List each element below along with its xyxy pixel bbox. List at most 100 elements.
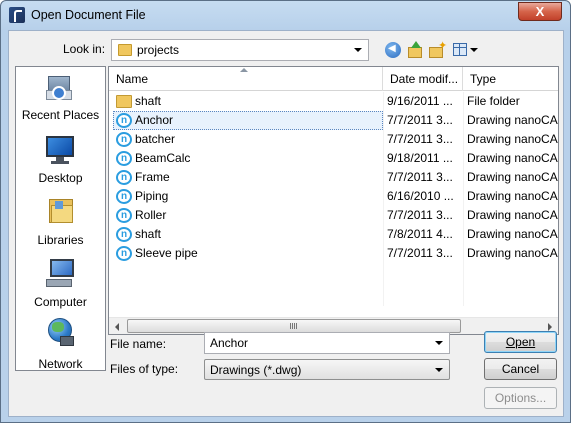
desktop-icon <box>44 136 76 166</box>
file-type: File folder <box>467 94 520 108</box>
file-name: Roller <box>135 208 167 222</box>
create-new-folder-button[interactable]: ✦ <box>428 40 448 59</box>
file-row[interactable]: n shaft 7/8/2011 4... Drawing nanoCA... <box>109 225 558 244</box>
file-type: Drawing nanoCA... <box>467 189 558 203</box>
file-name-value: Anchor <box>210 336 249 350</box>
place-recent-places[interactable]: Recent Places <box>16 71 105 125</box>
file-date-modified: 7/8/2011 4... <box>387 227 453 241</box>
column-header-type[interactable]: Type <box>463 67 558 91</box>
place-libraries[interactable]: Libraries <box>16 194 105 248</box>
scroll-left-icon[interactable] <box>109 318 126 335</box>
place-desktop[interactable]: Desktop <box>16 133 105 187</box>
nanocad-drawing-icon: n <box>116 227 132 242</box>
nanocad-drawing-icon: n <box>116 246 132 261</box>
file-row[interactable]: n Roller 7/7/2011 3... Drawing nanoCA... <box>109 206 558 225</box>
place-label: Desktop <box>38 171 83 185</box>
nanocad-drawing-icon: n <box>116 170 132 185</box>
places-bar: Recent Places Desktop Libraries Computer… <box>15 66 106 371</box>
libraries-icon <box>47 197 77 227</box>
recent-places-icon <box>46 76 74 102</box>
view-menu-button[interactable] <box>452 41 480 59</box>
file-row[interactable]: n Sleeve pipe 7/7/2011 3... Drawing nanoCA.… <box>109 244 558 263</box>
file-type: Drawing nanoCA... <box>467 132 558 146</box>
file-date-modified: 7/7/2011 3... <box>387 246 453 260</box>
file-row[interactable]: n Piping 6/16/2010 ... Drawing nanoCA... <box>109 187 558 206</box>
file-type-label: Files of type: <box>110 362 179 376</box>
window-title: Open Document File <box>31 8 146 22</box>
file-name: Frame <box>135 170 170 184</box>
cancel-button[interactable]: Cancel <box>484 358 557 380</box>
back-arrow-icon <box>385 42 401 58</box>
file-type: Drawing nanoCA... <box>467 208 558 222</box>
place-label: Network <box>38 357 83 371</box>
back-button[interactable] <box>384 41 402 59</box>
list-header: Name Date modif... Type <box>109 67 558 91</box>
folder-icon <box>408 47 422 58</box>
close-button[interactable]: X <box>518 2 562 21</box>
file-row[interactable]: n batcher 7/7/2011 3... Drawing nanoCA... <box>109 130 558 149</box>
file-type-select[interactable]: Drawings (*.dwg) <box>204 359 450 380</box>
file-name-input[interactable]: Anchor <box>204 332 450 354</box>
dialog-body: Look in: projects ✦ Recent Places <box>8 30 564 417</box>
look-in-value: projects <box>137 43 180 57</box>
folder-icon <box>118 44 132 56</box>
file-name-label: File name: <box>110 337 167 351</box>
file-type-value: Drawings (*.dwg) <box>210 363 302 377</box>
file-row[interactable]: n BeamCalc 9/18/2011 ... Drawing nanoCA... <box>109 149 558 168</box>
file-name: batcher <box>135 132 176 146</box>
network-icon <box>46 318 76 348</box>
chevron-down-icon <box>470 48 478 52</box>
file-date-modified: 7/7/2011 3... <box>387 170 453 184</box>
open-document-dialog: Open Document File X Look in: projects ✦ <box>0 0 571 423</box>
place-computer[interactable]: Computer <box>16 256 105 310</box>
nanocad-drawing-icon: n <box>116 132 132 147</box>
file-type: Drawing nanoCA... <box>467 113 558 127</box>
file-name: shaft <box>135 94 162 108</box>
place-network[interactable]: Network <box>16 315 105 371</box>
file-date-modified: 6/16/2010 ... <box>387 189 454 203</box>
title-bar[interactable]: Open Document File X <box>1 1 570 30</box>
file-type: Drawing nanoCA... <box>467 151 558 165</box>
file-type: Drawing nanoCA... <box>467 227 558 241</box>
place-label: Computer <box>34 295 87 309</box>
place-label: Libraries <box>37 233 84 247</box>
chevron-down-icon <box>354 48 362 52</box>
nanocad-drawing-icon: n <box>116 151 132 166</box>
sparkle-icon: ✦ <box>438 40 448 52</box>
grip-icon <box>290 323 298 329</box>
scrollbar-thumb[interactable] <box>127 319 461 333</box>
file-row[interactable]: n Frame 7/7/2011 3... Drawing nanoCA... <box>109 168 558 187</box>
file-name: Piping <box>135 189 169 203</box>
file-name: BeamCalc <box>135 151 191 165</box>
open-button[interactable]: Open <box>484 331 557 353</box>
chevron-down-icon[interactable] <box>435 341 443 345</box>
computer-icon <box>46 259 76 289</box>
file-date-modified: 7/7/2011 3... <box>387 208 453 222</box>
options-button[interactable]: Options... <box>484 387 557 409</box>
column-header-date-modified[interactable]: Date modif... <box>383 67 463 91</box>
nanocad-drawing-icon: n <box>116 189 132 204</box>
chevron-down-icon <box>435 368 443 372</box>
file-name: Sleeve pipe <box>135 246 198 260</box>
column-header-name[interactable]: Name <box>109 67 383 91</box>
file-rows: shaft 9/16/2011 ... File folder n Anchor 7/7/… <box>109 92 558 306</box>
app-icon <box>9 7 25 23</box>
look-in-label: Look in: <box>63 42 106 56</box>
folder-icon <box>116 95 132 108</box>
file-row[interactable]: shaft 9/16/2011 ... File folder <box>109 92 558 111</box>
file-type: Drawing nanoCA... <box>467 246 558 260</box>
file-list[interactable]: Name Date modif... Type shaft 9/16/2011 .… <box>108 66 559 335</box>
place-label: Recent Places <box>21 108 100 122</box>
file-name: Anchor <box>135 113 174 127</box>
file-row[interactable]: n Anchor 7/7/2011 3... Drawing nanoCA... <box>109 111 558 130</box>
file-date-modified: 7/7/2011 3... <box>387 132 453 146</box>
up-arrow-icon <box>411 41 421 48</box>
nanocad-drawing-icon: n <box>116 208 132 223</box>
file-name: shaft <box>135 227 162 241</box>
up-one-level-button[interactable] <box>406 41 424 59</box>
file-date-modified: 9/18/2011 ... <box>387 151 453 165</box>
file-type: Drawing nanoCA... <box>467 170 558 184</box>
view-icon <box>453 43 467 56</box>
look-in-dropdown[interactable]: projects <box>111 39 369 61</box>
file-date-modified: 7/7/2011 3... <box>387 113 453 127</box>
